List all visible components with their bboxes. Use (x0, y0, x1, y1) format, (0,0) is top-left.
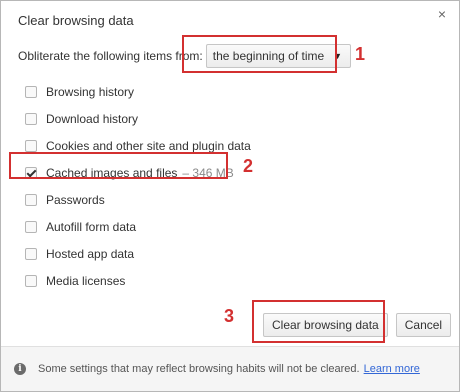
checkbox[interactable] (25, 220, 37, 233)
dialog-title: Clear browsing data (18, 13, 134, 28)
item-label: Download history (46, 111, 139, 126)
item-download-history[interactable]: Download history (25, 105, 251, 132)
item-label: Cookies and other site and plugin data (46, 138, 251, 153)
data-type-list: Browsing history Download history Cookie… (25, 78, 251, 294)
annotation-number-1: 1 (355, 44, 366, 64)
item-browsing-history[interactable]: Browsing history (25, 78, 251, 105)
checkbox[interactable] (25, 193, 37, 206)
annotation-box-2 (9, 152, 228, 179)
cancel-button[interactable]: Cancel (395, 313, 452, 337)
checkbox[interactable] (25, 112, 37, 125)
item-hosted-app-data[interactable]: Hosted app data (25, 240, 251, 267)
item-label: Browsing history (46, 84, 135, 99)
annotation-box-3 (252, 300, 385, 343)
checkbox[interactable] (25, 139, 37, 152)
dialog-footer: i Some settings that may reflect browsin… (1, 346, 459, 391)
annotation-box-1 (182, 35, 337, 73)
item-media-licenses[interactable]: Media licenses (25, 267, 251, 294)
item-label: Autofill form data (46, 219, 137, 234)
checkbox[interactable] (25, 274, 37, 287)
item-label: Media licenses (46, 273, 126, 288)
checkbox[interactable] (25, 247, 37, 260)
checkbox[interactable] (25, 85, 37, 98)
item-passwords[interactable]: Passwords (25, 186, 251, 213)
item-label: Passwords (46, 192, 105, 207)
info-icon: i (14, 363, 26, 375)
time-range-label: Obliterate the following items from: (18, 49, 203, 63)
learn-more-link[interactable]: Learn more (364, 363, 420, 375)
footer-message: Some settings that may reflect browsing … (38, 363, 360, 375)
item-label: Hosted app data (46, 246, 135, 261)
close-icon[interactable]: × (435, 7, 449, 21)
item-autofill[interactable]: Autofill form data (25, 213, 251, 240)
annotation-number-2: 2 (243, 156, 254, 176)
annotation-number-3: 3 (224, 306, 235, 326)
